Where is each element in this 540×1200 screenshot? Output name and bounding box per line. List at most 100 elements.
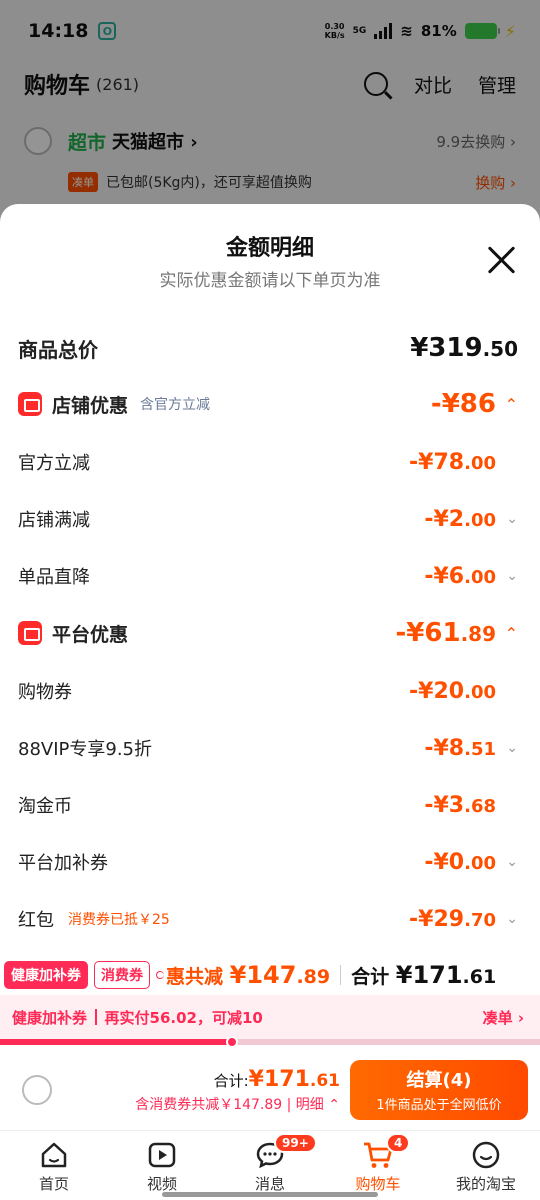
- video-icon: [145, 1139, 179, 1171]
- store-icon: [18, 392, 42, 416]
- discount-item-amount: -¥29.70: [409, 907, 496, 932]
- total-amount: ¥319.50: [410, 333, 518, 363]
- tab-home[interactable]: 首页: [0, 1131, 108, 1200]
- discount-item-dec: .00: [464, 509, 496, 531]
- tab-messages[interactable]: 99+ 消息: [216, 1131, 324, 1200]
- sum-int: ¥171: [395, 961, 463, 989]
- store-discount-label: 店铺优惠: [52, 394, 129, 417]
- tab-video[interactable]: 视频: [108, 1131, 216, 1200]
- discount-item-label: 单品直降: [18, 567, 90, 588]
- discount-item-label: 购物券: [18, 682, 72, 703]
- sum-label: 合计: [351, 966, 390, 988]
- sheet-subtitle: 实际优惠金额请以下单页为准: [159, 271, 381, 291]
- total-amount-dec: .50: [482, 337, 518, 361]
- discount-item-int: -¥3: [424, 792, 465, 818]
- tab-profile[interactable]: 我的淘宝: [432, 1131, 540, 1200]
- discount-item-label: 88VIP专享9.5折: [18, 739, 153, 760]
- store-discount-row[interactable]: 店铺优惠 含官方立减 -¥86 ⌃: [0, 384, 540, 424]
- saved-dec: .89: [296, 966, 331, 988]
- discount-item-int: -¥20: [409, 678, 465, 704]
- select-all-radio[interactable]: [22, 1075, 52, 1105]
- chevron-down-icon: ⌄: [506, 854, 518, 870]
- separator: [95, 1009, 97, 1025]
- discount-item-amount: -¥20.00: [409, 679, 496, 704]
- discount-item-int: -¥0: [424, 849, 465, 875]
- discount-item-row[interactable]: 红包 消费券已抵￥25 -¥29.70 ⌄: [0, 899, 540, 939]
- checkout-saved-detail[interactable]: 含消费券共减￥147.89 | 明细 ⌃: [135, 1094, 340, 1114]
- health-coupon-name: 健康加补券: [12, 1008, 88, 1027]
- divider: [340, 965, 342, 985]
- discount-item-amount: -¥6.00: [424, 564, 496, 589]
- platform-discount-int: -¥61: [395, 618, 461, 648]
- tab-label: 消息: [254, 1175, 285, 1193]
- discount-item-row[interactable]: 店铺满减 -¥2.00 ⌄: [0, 499, 540, 539]
- store-discount-int: -¥86: [430, 389, 496, 419]
- discount-item-int: -¥2: [424, 506, 465, 532]
- discount-item-label: 官方立减: [18, 453, 90, 474]
- chevron-down-icon: ⌄: [506, 568, 518, 584]
- close-icon[interactable]: [486, 244, 518, 276]
- checkout-total-int: ¥171: [248, 1066, 310, 1092]
- tab-cart[interactable]: 4 购物车: [324, 1131, 432, 1200]
- discount-item-row: 购物券 -¥20.00: [0, 671, 540, 711]
- summary-strip: 健康加补券 消费券 惠共减 ¥147.89 合计 ¥171.61: [0, 955, 540, 995]
- tab-label: 首页: [38, 1175, 69, 1193]
- discount-item-row[interactable]: 平台加补券 -¥0.00 ⌄: [0, 842, 540, 882]
- tab-label: 购物车: [355, 1175, 401, 1193]
- sum-dec: .61: [462, 966, 497, 988]
- discount-item-dec: .00: [464, 852, 496, 874]
- discount-item-amount: -¥3.68: [424, 793, 496, 818]
- checkout-button-sub: 1件商品处于全网低价: [376, 1098, 502, 1113]
- discount-item-note: 消费券已抵￥25: [68, 912, 170, 928]
- total-label: 商品总价: [18, 337, 98, 362]
- discount-item-dec: .00: [464, 566, 496, 588]
- sum-amount: 合计 ¥171.61: [351, 961, 496, 989]
- saved-amount: 惠共减 ¥147.89: [166, 961, 330, 989]
- checkout-info: 合计:¥171.61 含消费券共减￥147.89 | 明细 ⌃: [135, 1067, 340, 1114]
- cart-badge: 4: [386, 1133, 411, 1153]
- home-indicator: [162, 1192, 378, 1197]
- tab-label: 视频: [146, 1175, 177, 1193]
- discount-item-amount: -¥2.00: [424, 507, 496, 532]
- discount-item-amount: -¥0.00: [424, 850, 496, 875]
- saved-prefix: 惠共减: [166, 966, 224, 988]
- discount-item-dec: .00: [464, 452, 496, 474]
- discount-item-row[interactable]: 88VIP专享9.5折 -¥8.51 ⌄: [0, 728, 540, 768]
- discount-item-label: 平台加补券: [18, 853, 108, 874]
- coupon-progress-bar: [0, 1036, 540, 1048]
- discount-item-int: -¥78: [409, 449, 465, 475]
- discount-item-int: -¥6: [424, 563, 465, 589]
- chevron-up-icon: ⌃: [504, 394, 518, 414]
- discount-item-int: -¥8: [424, 735, 465, 761]
- platform-icon: [18, 621, 42, 645]
- checkout-total-dec: .61: [309, 1070, 340, 1091]
- chip-cut-edge: [156, 971, 164, 979]
- health-coupon-chip[interactable]: 健康加补券: [4, 961, 88, 989]
- discount-item-row: 淘金币 -¥3.68: [0, 785, 540, 825]
- home-icon: [37, 1139, 71, 1171]
- discount-item-row[interactable]: 单品直降 -¥6.00 ⌄: [0, 556, 540, 596]
- health-coupon-bar[interactable]: 健康加补券 再实付56.02，可减10 凑单 ›: [0, 995, 540, 1039]
- chevron-down-icon: ⌄: [506, 740, 518, 756]
- profile-icon: [469, 1139, 503, 1171]
- platform-discount-row[interactable]: 平台优惠 -¥61.89 ⌃: [0, 613, 540, 653]
- chevron-down-icon: ⌄: [506, 511, 518, 527]
- total-price-row: 商品总价 ¥319.50: [0, 328, 540, 368]
- platform-discount-label: 平台优惠: [52, 623, 129, 646]
- chevron-down-icon: ⌄: [506, 911, 518, 927]
- saved-int: ¥147: [229, 961, 297, 989]
- discount-item-row: 官方立减 -¥78.00: [0, 442, 540, 482]
- health-coupon-text: 再实付56.02，可减10: [104, 1008, 263, 1027]
- discount-item-dec: .51: [464, 738, 496, 760]
- bottom-tab-bar: 首页 视频 99+ 消息 4 购物车 我的淘宝: [0, 1130, 540, 1200]
- platform-discount-dec: .89: [460, 622, 496, 646]
- discount-item-dec: .00: [464, 681, 496, 703]
- checkout-button-label: 结算(4): [406, 1070, 472, 1091]
- tab-label: 我的淘宝: [455, 1175, 516, 1193]
- platform-discount-amount: -¥61.89: [395, 618, 496, 648]
- message-badge: 99+: [274, 1133, 317, 1153]
- consumption-coupon-chip[interactable]: 消费券: [94, 961, 150, 989]
- checkout-button[interactable]: 结算(4) 1件商品处于全网低价: [350, 1060, 528, 1120]
- add-items-link[interactable]: 凑单 ›: [483, 1007, 524, 1028]
- discount-item-int: -¥29: [409, 906, 465, 932]
